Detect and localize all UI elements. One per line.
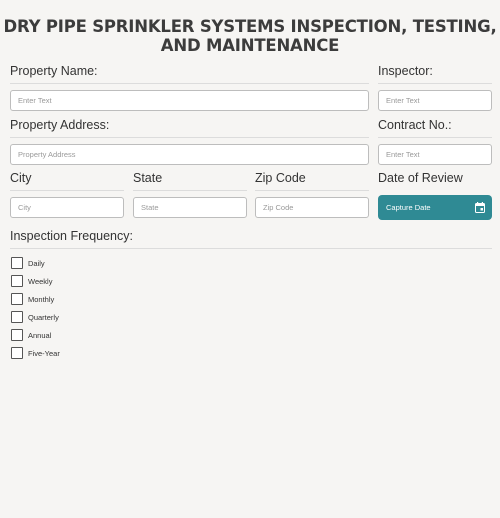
property-name-field: Property Name: Enter Text: [10, 64, 369, 111]
frequency-option-daily[interactable]: Daily: [11, 254, 60, 272]
page-title: DRY PIPE SPRINKLER SYSTEMS INSPECTION, T…: [3, 17, 497, 55]
calendar-icon: [475, 202, 485, 213]
frequency-options: Daily Weekly Monthly Quarterly Annual Fi…: [11, 254, 60, 362]
checkbox[interactable]: [11, 275, 23, 287]
date-of-review-field: Date of Review Capture Date: [378, 171, 492, 220]
property-address-input[interactable]: Property Address: [10, 144, 369, 165]
property-name-input[interactable]: Enter Text: [10, 90, 369, 111]
checkbox[interactable]: [11, 293, 23, 305]
checkbox-label: Five-Year: [28, 348, 60, 358]
inspection-frequency-section: Inspection Frequency:: [10, 229, 492, 249]
contract-no-label: Contract No.:: [378, 118, 492, 138]
checkbox[interactable]: [11, 347, 23, 359]
capture-date-button[interactable]: Capture Date: [378, 195, 492, 220]
frequency-option-annual[interactable]: Annual: [11, 326, 60, 344]
city-input[interactable]: City: [10, 197, 124, 218]
checkbox-label: Daily: [28, 258, 45, 268]
state-input[interactable]: State: [133, 197, 247, 218]
zip-label: Zip Code: [255, 171, 369, 191]
city-label: City: [10, 171, 124, 191]
checkbox-label: Annual: [28, 330, 52, 340]
state-label: State: [133, 171, 247, 191]
contract-no-field: Contract No.: Enter Text: [378, 118, 492, 165]
property-address-field: Property Address: Property Address: [10, 118, 369, 165]
inspector-label: Inspector:: [378, 64, 492, 84]
checkbox[interactable]: [11, 329, 23, 341]
date-of-review-label: Date of Review: [378, 171, 463, 185]
zip-input[interactable]: Zip Code: [255, 197, 369, 218]
inspector-input[interactable]: Enter Text: [378, 90, 492, 111]
property-name-label: Property Name:: [10, 64, 369, 84]
frequency-option-quarterly[interactable]: Quarterly: [11, 308, 60, 326]
frequency-option-five-year[interactable]: Five-Year: [11, 344, 60, 362]
frequency-option-weekly[interactable]: Weekly: [11, 272, 60, 290]
checkbox[interactable]: [11, 257, 23, 269]
frequency-option-monthly[interactable]: Monthly: [11, 290, 60, 308]
city-field: City City: [10, 171, 124, 218]
property-address-label: Property Address:: [10, 118, 369, 138]
inspector-field: Inspector: Enter Text: [378, 64, 492, 111]
checkbox[interactable]: [11, 311, 23, 323]
zip-field: Zip Code Zip Code: [255, 171, 369, 218]
checkbox-label: Weekly: [28, 276, 53, 286]
checkbox-label: Quarterly: [28, 312, 59, 322]
checkbox-label: Monthly: [28, 294, 55, 304]
state-field: State State: [133, 171, 247, 218]
capture-date-label: Capture Date: [386, 203, 431, 212]
inspection-frequency-label: Inspection Frequency:: [10, 229, 492, 249]
contract-no-input[interactable]: Enter Text: [378, 144, 492, 165]
